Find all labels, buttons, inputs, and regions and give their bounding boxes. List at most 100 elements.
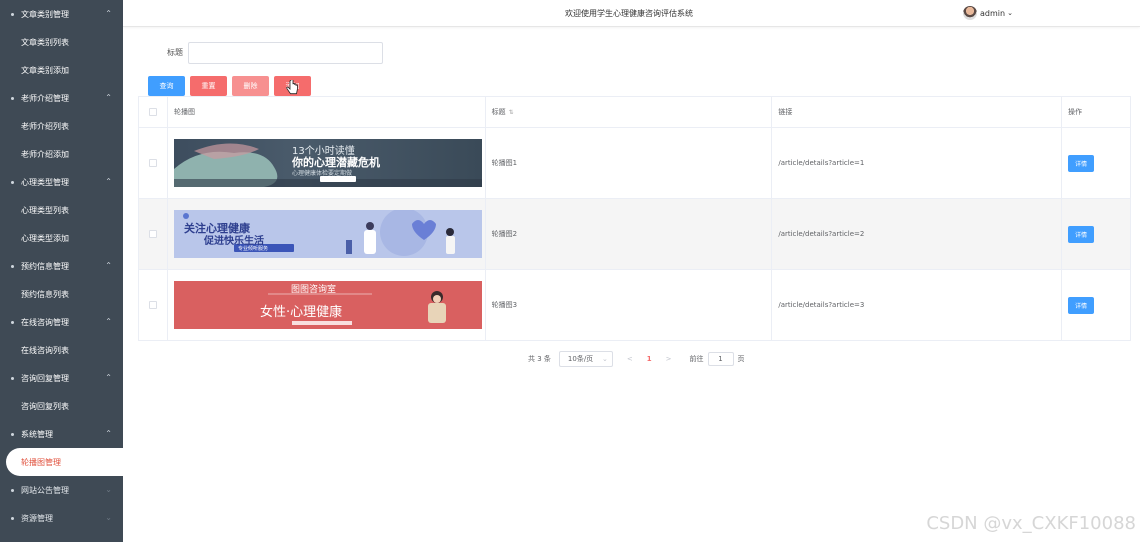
chevron-down-icon: ⌄	[1007, 9, 1013, 17]
row-select-cell[interactable]	[139, 199, 168, 269]
link-cell: /article/details?article=1	[772, 128, 1063, 198]
bullet-icon	[11, 264, 14, 268]
bullet-icon	[11, 96, 14, 100]
sidebar-group-label: 文章类别管理	[21, 9, 69, 19]
banner-3-line-2: 女性·心理健康	[259, 305, 343, 320]
delete-button[interactable]: 删除	[232, 76, 269, 96]
title-cell: 轮播图1	[486, 128, 773, 198]
chevron-up-icon: ⌃	[105, 373, 112, 382]
sidebar-item[interactable]: 在线咨询列表	[0, 336, 123, 364]
table-header-row: 轮播图 标题 ⇅ 链接 操作	[139, 97, 1131, 128]
chevron-up-icon: ⌃	[105, 9, 112, 18]
row-select-cell[interactable]	[139, 270, 168, 340]
banner-3-line-1: 图图咨询室	[290, 285, 336, 295]
sidebar-item[interactable]: 心理类型添加	[0, 224, 123, 252]
sidebar-item[interactable]: 预约信息列表	[0, 280, 123, 308]
sidebar-group[interactable]: 老师介绍管理 ⌃	[0, 84, 123, 112]
watermark: CSDN @vx_CXKF10088	[926, 513, 1136, 534]
action-cell: 详情	[1062, 199, 1131, 269]
bullet-icon	[11, 376, 14, 380]
page-size-select[interactable]: 10条/页 ⌄	[558, 351, 613, 367]
select-all-checkbox[interactable]	[148, 108, 157, 116]
bullet-icon	[11, 320, 14, 324]
sidebar-group-label: 老师介绍管理	[21, 93, 69, 103]
column-header-action: 操作	[1062, 97, 1131, 127]
sidebar-group[interactable]: 资源管理 ⌄	[0, 504, 123, 532]
banner-2-line-3: 专业倾听服务	[237, 246, 268, 252]
sidebar-group[interactable]: 文章类别管理 ⌃	[0, 0, 123, 28]
banner-cell: 关注心理健康 促进快乐生活 专业倾听服务	[168, 199, 486, 269]
sidebar-item[interactable]: 心理类型列表	[0, 196, 123, 224]
table-row: 关注心理健康 促进快乐生活 专业倾听服务 轮播图2 /article/detai…	[139, 199, 1131, 270]
sidebar-item[interactable]: 老师介绍列表	[0, 112, 123, 140]
sidebar-group[interactable]: 预约信息管理 ⌃	[0, 252, 123, 280]
column-header-title[interactable]: 标题 ⇅	[486, 97, 773, 127]
banner-image-3: 图图咨询室 女性·心理健康	[173, 281, 482, 329]
sidebar-group[interactable]: 系统管理 ⌃	[0, 420, 123, 448]
bullet-icon	[11, 432, 14, 436]
chevron-up-icon: ⌃	[105, 317, 112, 326]
column-header-title-label: 标题	[491, 108, 506, 116]
row-checkbox[interactable]	[148, 301, 157, 309]
goto-label: 前往	[689, 355, 704, 363]
chevron-up-icon: ⌃	[105, 93, 112, 102]
column-header-banner: 轮播图	[168, 97, 486, 127]
sidebar-group-label: 预约信息管理	[21, 261, 69, 271]
sidebar-item[interactable]: 咨询回复列表	[0, 392, 123, 420]
column-header-link: 链接	[772, 97, 1063, 127]
page-number-current[interactable]: 1	[647, 355, 652, 363]
top-header: 欢迎使用学生心理健康咨询评估系统 admin ⌄	[123, 0, 1140, 27]
link-cell: /article/details?article=2	[772, 199, 1063, 269]
detail-button[interactable]: 详情	[1068, 154, 1095, 172]
sidebar-item[interactable]: 轮播图管理	[6, 448, 123, 476]
row-select-cell[interactable]	[139, 128, 168, 198]
reset-button[interactable]: 重置	[190, 76, 227, 96]
bullet-icon	[11, 180, 14, 184]
sidebar-item[interactable]: 文章类别添加	[0, 56, 123, 84]
avatar	[963, 6, 977, 20]
query-button[interactable]: 查询	[148, 76, 185, 96]
page-size-value: 10条/页	[567, 355, 594, 363]
chevron-up-icon: ⌃	[105, 261, 112, 270]
sort-icon[interactable]: ⇅	[509, 109, 514, 116]
chevron-up-icon: ⌃	[105, 177, 112, 186]
user-menu[interactable]: admin ⌄	[963, 6, 1013, 20]
search-title-input[interactable]	[188, 42, 383, 64]
sidebar-group-label: 系统管理	[21, 429, 53, 439]
banner-cell: 图图咨询室 女性·心理健康	[168, 270, 486, 340]
sidebar-item[interactable]: 老师介绍添加	[0, 140, 123, 168]
chevron-down-icon: ⌄	[105, 513, 112, 522]
sidebar-group-label: 网站公告管理	[21, 485, 69, 495]
chevron-down-icon: ⌄	[602, 355, 608, 363]
goto-page-input[interactable]: 1	[707, 352, 734, 366]
page-title: 欢迎使用学生心理健康咨询评估系统	[565, 9, 693, 18]
table-row: 13个小时读懂 你的心理潜藏危机 心理健康体检要定期做 轮播图1 /articl…	[139, 128, 1131, 199]
sidebar-group-label: 资源管理	[21, 513, 53, 523]
sidebar-group[interactable]: 网站公告管理 ⌄	[0, 476, 123, 504]
sidebar-group[interactable]: 在线咨询管理 ⌃	[0, 308, 123, 336]
action-cell: 详情	[1062, 270, 1131, 340]
sidebar: 文章类别管理 ⌃ 文章类别列表 文章类别添加老师介绍管理 ⌃ 老师介绍列表 老师介绍添加 心理…	[0, 0, 123, 542]
next-page-button[interactable]: >	[666, 355, 672, 363]
sidebar-group-label: 在线咨询管理	[21, 317, 69, 327]
sidebar-group[interactable]: 心理类型管理 ⌃	[0, 168, 123, 196]
banner-cell: 13个小时读懂 你的心理潜藏危机 心理健康体检要定期做	[168, 128, 486, 198]
sidebar-item[interactable]: 文章类别列表	[0, 28, 123, 56]
detail-button[interactable]: 详情	[1068, 296, 1095, 314]
banner-table: 轮播图 标题 ⇅ 链接 操作 13个小时读懂 你的心理潜藏危机 心理健康体检要定期…	[138, 96, 1131, 341]
row-checkbox[interactable]	[148, 159, 157, 167]
action-cell: 详情	[1062, 128, 1131, 198]
banner-image-2: 关注心理健康 促进快乐生活 专业倾听服务	[173, 210, 482, 258]
detail-button[interactable]: 详情	[1068, 225, 1095, 243]
row-checkbox[interactable]	[148, 230, 157, 238]
title-cell: 轮播图3	[486, 270, 773, 340]
sidebar-group-label: 咨询回复管理	[21, 373, 69, 383]
chevron-down-icon: ⌄	[105, 485, 112, 494]
prev-page-button[interactable]: <	[627, 355, 633, 363]
sidebar-group[interactable]: 咨询回复管理 ⌃	[0, 364, 123, 392]
banner-image-1: 13个小时读懂 你的心理潜藏危机 心理健康体检要定期做	[173, 139, 482, 187]
bullet-icon	[11, 488, 14, 492]
table-row: 图图咨询室 女性·心理健康 轮播图3 /article/details?arti…	[139, 270, 1131, 341]
hand-cursor-icon	[286, 80, 298, 95]
select-all-cell[interactable]	[139, 97, 168, 127]
